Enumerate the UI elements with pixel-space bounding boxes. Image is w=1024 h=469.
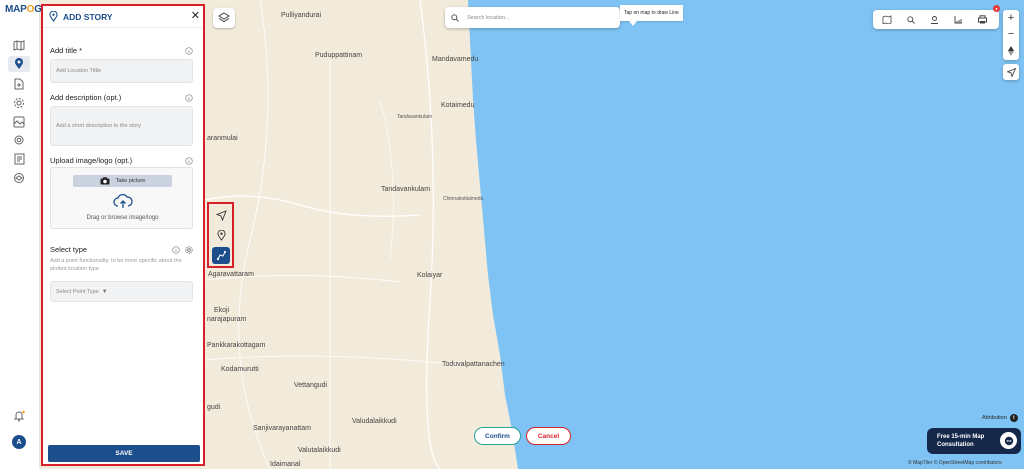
notification-icon[interactable]	[8, 408, 30, 424]
map-search-icon[interactable]	[881, 14, 892, 25]
title-input[interactable]: Add Location Tittle	[50, 59, 193, 83]
description-textarea[interactable]: Add a short description to the story	[50, 106, 193, 146]
cancel-button[interactable]: Cancel	[526, 427, 571, 445]
locate-me-button[interactable]	[1003, 64, 1019, 80]
info-icon[interactable]	[185, 47, 193, 55]
confirm-button[interactable]: Confirm	[474, 427, 521, 445]
place-label: Kolaiyar	[417, 272, 443, 279]
map-credit: © MapTiler © OpenStreetMap contributors	[908, 460, 1002, 466]
description-label: Add description (opt.)	[50, 93, 122, 102]
consultation-cta[interactable]: Free 15-min Map Consultation	[927, 428, 1021, 454]
place-label: Idaimanal	[270, 461, 301, 468]
left-rail: MAPOG A	[0, 0, 42, 469]
file-add-icon[interactable]	[8, 76, 30, 92]
user-avatar[interactable]: A	[12, 435, 26, 449]
measure-icon[interactable]	[953, 14, 964, 25]
point-marker-icon[interactable]	[212, 227, 230, 244]
map-toolbar	[873, 10, 999, 29]
settings-cog-icon[interactable]	[8, 132, 30, 148]
place-label: Toduvalpattanachen	[442, 361, 505, 368]
panel-title: ADD STORY	[63, 11, 113, 22]
place-label: Kodamurutti	[221, 366, 259, 373]
drag-browse-text: Drag or browse image/logo	[86, 215, 159, 221]
navigation-arrow-icon	[1006, 67, 1016, 77]
zoom-in-button[interactable]: +	[1003, 10, 1019, 26]
draw-hint-tooltip: Tap on map to draw Line	[620, 5, 683, 26]
place-label: Pankkarakottagam	[207, 342, 266, 349]
place-label: Kotaimedu	[441, 102, 475, 109]
stack-share-icon[interactable]	[8, 170, 30, 186]
info-icon[interactable]: i	[1009, 414, 1018, 422]
upload-label: Upload image/logo (opt.)	[50, 156, 133, 165]
print-icon[interactable]	[977, 14, 988, 25]
select-type-description: Add a point functionality, to be more sp…	[50, 258, 182, 272]
cloud-upload-icon	[113, 194, 133, 208]
zoom-out-button[interactable]: −	[1003, 26, 1019, 42]
report-icon[interactable]	[8, 151, 30, 167]
pointer-icon[interactable]	[212, 207, 230, 224]
settings-gear-icon[interactable]	[8, 95, 30, 111]
location-pin-icon	[49, 11, 58, 22]
info-icon[interactable]	[172, 246, 180, 254]
camera-icon	[100, 177, 110, 185]
search-icon	[451, 13, 459, 22]
media-icon[interactable]	[8, 114, 30, 130]
close-icon[interactable]: ✕	[191, 10, 200, 22]
place-label: Ekoji	[214, 307, 230, 314]
compass-icon[interactable]	[1003, 43, 1019, 59]
select-type-label: Select type	[50, 245, 88, 254]
panel-header: ADD STORY ✕	[43, 6, 203, 28]
zoom-controls: + −	[1003, 10, 1019, 60]
app-logo[interactable]: MAPOG	[5, 4, 42, 15]
settings-icon[interactable]	[185, 246, 193, 254]
place-label: Chinnakottaimedu	[443, 196, 484, 202]
location-pin-icon[interactable]	[8, 56, 30, 72]
place-label: narajapuram	[207, 316, 247, 323]
place-label: Valudalaikkudi	[352, 418, 397, 425]
place-label: Sanjivarayanattam	[253, 425, 311, 432]
search-icon[interactable]	[905, 14, 916, 25]
caret-down-icon: ▼	[101, 288, 108, 295]
add-story-panel: ADD STORY ✕ Add title * Add Location Tit…	[41, 4, 205, 466]
place-label: Mandavamedu	[432, 56, 479, 63]
place-label: aranmulai	[207, 135, 238, 142]
place-label: Pulliyandurai	[281, 12, 322, 19]
place-label: Vettangudi	[294, 382, 328, 389]
place-label: Tandavankulam	[397, 114, 433, 120]
draw-line-icon[interactable]	[212, 247, 230, 264]
place-label: gudi	[207, 404, 221, 411]
layers-button[interactable]	[213, 8, 235, 28]
place-label: Tandavankulam	[381, 186, 431, 193]
upload-dropzone[interactable]: Take picture Drag or browse image/logo	[50, 167, 193, 229]
chat-icon[interactable]	[1000, 432, 1017, 449]
info-icon[interactable]	[185, 157, 193, 165]
geo-locate-icon[interactable]	[929, 14, 940, 25]
notification-badge-icon: ●	[993, 5, 1000, 12]
place-label: Agaravattaram	[208, 271, 254, 278]
save-button[interactable]: SAVE	[48, 445, 200, 462]
map-icon[interactable]	[8, 37, 30, 53]
search-input[interactable]: Search location...	[445, 7, 620, 28]
attribution[interactable]: Attribution i	[982, 414, 1018, 422]
title-label: Add title *	[50, 46, 83, 55]
place-label: Valutalaikkudi	[298, 447, 341, 454]
info-icon[interactable]	[185, 94, 193, 102]
place-label: Puduppattinam	[315, 52, 363, 59]
take-picture-button[interactable]: Take picture	[73, 175, 172, 187]
point-type-select[interactable]: Select Point Type ▼	[50, 281, 193, 302]
layers-icon	[218, 12, 230, 23]
draw-tools	[207, 202, 234, 268]
